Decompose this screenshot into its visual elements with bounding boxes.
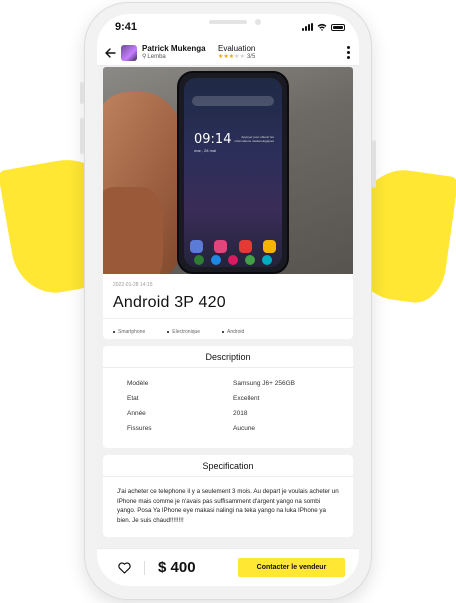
description-card: Description Modèle Samsung J6+ 256GB Eta… [103,346,353,448]
table-row: Fissures Aucune [127,425,256,432]
app-header: Patrick Mukenga ⚲ Lemba Evaluation ★ ★ ★… [97,40,359,66]
product-title-area: 2022-01-28 14:15 Android 3P 420 [103,274,353,318]
table-row: Modèle Samsung J6+ 256GB [127,380,295,387]
wifi-icon [317,23,327,31]
table-row: Etat Excellent [127,395,260,402]
product-title: Android 3P 420 [113,294,226,311]
status-time: 9:41 [115,21,138,33]
specification-card: Specification J'ai acheter ce telephone … [103,455,353,538]
seller-location: ⚲ Lemba [142,54,212,61]
phone-side-button [80,118,84,154]
status-icons [302,23,345,31]
camera-dot [255,19,261,25]
description-table: Modèle Samsung J6+ 256GB Etat Excellent … [103,368,353,448]
star-empty-icon: ★ [239,53,245,60]
tag[interactable]: Electronique [167,329,200,335]
signal-icon [302,23,313,31]
tag[interactable]: Smartphone [113,329,145,335]
app-screen: 9:41 Patrick Mukenga ⚲ Lemba Evaluation [97,14,359,586]
photo-date: mar., 28 mai [194,148,217,153]
tag[interactable]: Android [222,329,244,335]
rating-text: 3/5 [246,53,256,60]
rating-stars: ★ ★ ★ ★ ★ 3/5 [218,54,255,61]
heart-icon[interactable] [117,561,131,575]
back-arrow-icon[interactable] [103,46,117,60]
more-options-icon[interactable] [343,46,353,59]
product-content[interactable]: 09:14 mar., 28 mai Appuyer pour obtenir … [97,66,359,548]
bottom-bar: $ 400 Contacter le vendeur [97,548,359,586]
seller-location-text: Lemba [147,53,166,60]
photo-weather-note: Appuyer pour obtenir les informations mé… [234,135,274,143]
product-card: 09:14 mar., 28 mai Appuyer pour obtenir … [103,67,353,339]
specification-title: Specification [103,455,353,477]
product-photo[interactable]: 09:14 mar., 28 mai Appuyer pour obtenir … [103,67,353,274]
location-pin-icon: ⚲ [142,53,147,60]
seller-evaluation: Evaluation ★ ★ ★ ★ ★ 3/5 [218,43,256,61]
divider [144,560,145,575]
table-row: Année 2018 [127,410,248,417]
evaluation-label: Evaluation [218,43,256,53]
phone-side-button [80,82,84,104]
battery-icon [331,23,345,31]
notch [209,20,247,24]
phone-side-button [372,140,376,188]
contact-seller-button[interactable]: Contacter le vendeur [238,558,345,577]
status-bar: 9:41 [97,14,359,40]
post-date: 2022-01-28 14:15 [113,282,153,288]
seller-avatar[interactable] [121,44,137,61]
price: $ 400 [158,559,196,576]
seller-name: Patrick Mukenga [142,43,206,53]
product-tags: Smartphone Electronique Android [103,318,353,339]
specification-text: J'ai acheter ce telephone il y a seuleme… [117,488,339,524]
description-title: Description [103,346,353,368]
seller-info[interactable]: Patrick Mukenga ⚲ Lemba [142,43,212,61]
